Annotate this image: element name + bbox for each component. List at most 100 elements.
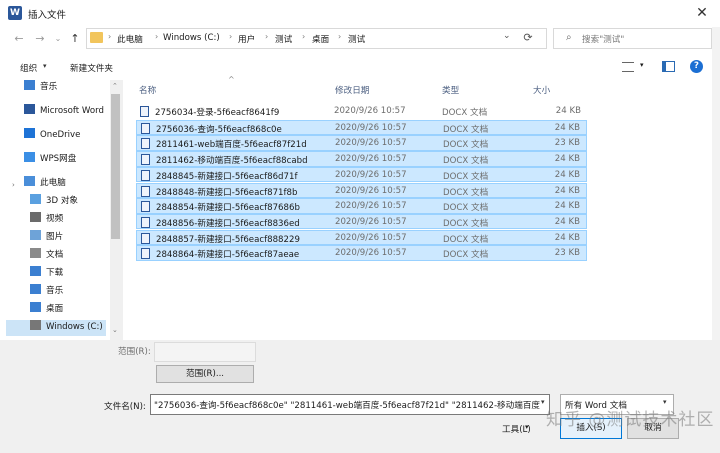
file-row[interactable]: 2811462-移动端百度-5f6eacf88cabd 2020/9/26 10:…: [136, 151, 587, 167]
breadcrumb-users[interactable]: 用户: [238, 33, 255, 45]
word-icon: W: [8, 6, 22, 20]
window-title: 插入文件: [28, 10, 67, 21]
nav-item-label: 音乐: [46, 286, 64, 296]
desktop-icon: [30, 302, 41, 312]
file-date: 2020/9/26 10:57: [335, 185, 407, 196]
help-icon[interactable]: ?: [690, 60, 703, 73]
nav-item[interactable]: Microsoft Word: [24, 104, 104, 120]
view-options-icon[interactable]: [622, 62, 634, 72]
nav-item[interactable]: 文档: [30, 248, 63, 264]
file-date: 2020/9/26 10:57: [334, 106, 406, 116]
video-icon: [30, 212, 41, 222]
nav-item[interactable]: WPS网盘: [24, 152, 76, 168]
search-input[interactable]: [553, 28, 712, 49]
file-row[interactable]: 2756036-查询-5f6eacf868c0e 2020/9/26 10:57 D…: [136, 119, 587, 136]
preview-pane-icon[interactable]: [662, 61, 675, 72]
nav-item[interactable]: 桌面: [30, 302, 63, 318]
nav-item-label: 音乐: [40, 82, 58, 92]
cube-icon: [30, 194, 41, 204]
docx-file-icon: [141, 169, 150, 181]
docx-file-icon: [141, 185, 150, 197]
word-icon: [24, 104, 35, 114]
scroll-down-icon[interactable]: ⌄: [112, 326, 118, 334]
forward-button[interactable]: →: [33, 31, 47, 47]
file-name: 2811462-移动端百度-5f6eacf88cabd: [156, 156, 308, 167]
file-type: DOCX 文档: [443, 218, 489, 229]
file-size: 24 KB: [554, 154, 580, 165]
file-name: 2848864-新建接口-5f6eacf87aeae: [156, 250, 300, 261]
filename-input[interactable]: "2756036-查询-5f6eacf868c0e" "2811461-web端…: [150, 394, 550, 415]
cloud-icon: [24, 152, 35, 162]
file-date: 2020/9/26 10:57: [335, 154, 407, 165]
document-icon: [30, 248, 41, 258]
nav-item[interactable]: 3D 对象: [30, 194, 78, 210]
file-row[interactable]: 2756034-登录-5f6eacf8641f9 2020/9/26 10:57 D…: [136, 104, 587, 120]
nav-item[interactable]: 视频: [30, 212, 63, 228]
chevron-down-icon[interactable]: ▾: [541, 398, 545, 406]
file-type: DOCX 文档: [443, 203, 489, 214]
docx-file-icon: [141, 248, 150, 260]
chevron-down-icon[interactable]: ▾: [525, 423, 529, 431]
file-name: 2756036-查询-5f6eacf868c0e: [156, 124, 282, 135]
breadcrumb-windows-c[interactable]: Windows (C:): [163, 33, 220, 43]
file-row[interactable]: 2848845-新建接口-5f6eacf86d71f 2020/9/26 10:5…: [136, 166, 587, 183]
file-type: DOCX 文档: [442, 108, 488, 118]
file-row[interactable]: 2848857-新建接口-5f6eacf888229 2020/9/26 10:5…: [136, 229, 587, 246]
breadcrumb-separator: ›: [338, 32, 342, 41]
file-name: 2811461-web端百度-5f6eacf87f21d: [156, 140, 307, 151]
refresh-button[interactable]: ⟳: [520, 30, 536, 46]
nav-item-label: 图片: [46, 232, 64, 242]
organize-button[interactable]: 组织: [20, 62, 37, 74]
nav-item-label: Windows (C:): [46, 322, 103, 332]
nav-item[interactable]: OneDrive: [24, 128, 80, 144]
breadcrumb-test[interactable]: 测试: [275, 33, 292, 45]
nav-scrollbar-thumb[interactable]: [111, 94, 120, 239]
file-name: 2848848-新建接口-5f6eacf871f8b: [156, 187, 298, 198]
docx-file-icon: [141, 201, 150, 213]
file-row[interactable]: 2811461-web端百度-5f6eacf87f21d 2020/9/26 10…: [136, 135, 587, 151]
docx-file-icon: [141, 216, 150, 228]
file-size: 24 KB: [555, 106, 581, 116]
nav-item-label: Microsoft Word: [40, 106, 104, 116]
nav-item-label: WPS网盘: [40, 154, 77, 164]
file-row[interactable]: 2848864-新建接口-5f6eacf87aeae 2020/9/26 10:5…: [136, 245, 587, 261]
chevron-down-icon[interactable]: ⌄: [503, 31, 511, 41]
new-folder-button[interactable]: 新建文件夹: [70, 62, 113, 74]
breadcrumb-test-current[interactable]: 测试: [348, 33, 365, 45]
nav-item-label: 视频: [46, 214, 64, 224]
breadcrumb-desktop[interactable]: 桌面: [312, 33, 329, 45]
expand-icon[interactable]: ›: [12, 181, 15, 189]
docx-file-icon: [141, 232, 150, 244]
column-header-size[interactable]: 大小: [533, 84, 550, 96]
file-size: 24 KB: [554, 122, 580, 133]
docx-file-icon: [141, 138, 150, 150]
nav-item[interactable]: 此电脑: [24, 176, 66, 192]
close-button[interactable]: ✕: [690, 2, 714, 24]
file-type: DOCX 文档: [443, 250, 489, 261]
up-button[interactable]: ↑: [68, 31, 82, 47]
nav-item-label: 3D 对象: [46, 196, 79, 206]
nav-item[interactable]: 音乐: [30, 284, 63, 300]
breadcrumb-separator: ›: [229, 32, 233, 41]
nav-item[interactable]: 下载: [30, 266, 63, 282]
file-row[interactable]: 2848848-新建接口-5f6eacf871f8b 2020/9/26 10:5…: [136, 182, 587, 199]
file-row[interactable]: 2848856-新建接口-5f6eacf8836ed 2020/9/26 10:5…: [136, 213, 587, 230]
nav-item[interactable]: 图片: [30, 230, 63, 246]
chevron-down-icon[interactable]: ▾: [640, 61, 644, 69]
recent-locations-button[interactable]: ⌄: [51, 31, 65, 47]
range-button[interactable]: 范围(R)...: [156, 365, 254, 383]
file-row[interactable]: 2848854-新建接口-5f6eacf87686b 2020/9/26 10:5…: [136, 198, 587, 214]
breadcrumb-this-pc[interactable]: 此电脑: [117, 33, 143, 45]
nav-item[interactable]: 音乐: [24, 80, 57, 96]
file-type: DOCX 文档: [443, 140, 489, 151]
back-button[interactable]: ←: [12, 31, 26, 47]
file-name: 2756034-登录-5f6eacf8641f9: [155, 108, 280, 118]
file-date: 2020/9/26 10:57: [335, 232, 407, 243]
title-bar: [0, 0, 720, 27]
nav-item[interactable]: Windows (C:): [6, 320, 106, 336]
column-header-type[interactable]: 类型: [442, 84, 459, 96]
nav-item-label: 此电脑: [40, 178, 66, 188]
column-header-name[interactable]: 名称: [139, 84, 156, 96]
column-header-date[interactable]: 修改日期: [335, 84, 369, 96]
scroll-up-icon[interactable]: ⌃: [112, 82, 118, 90]
